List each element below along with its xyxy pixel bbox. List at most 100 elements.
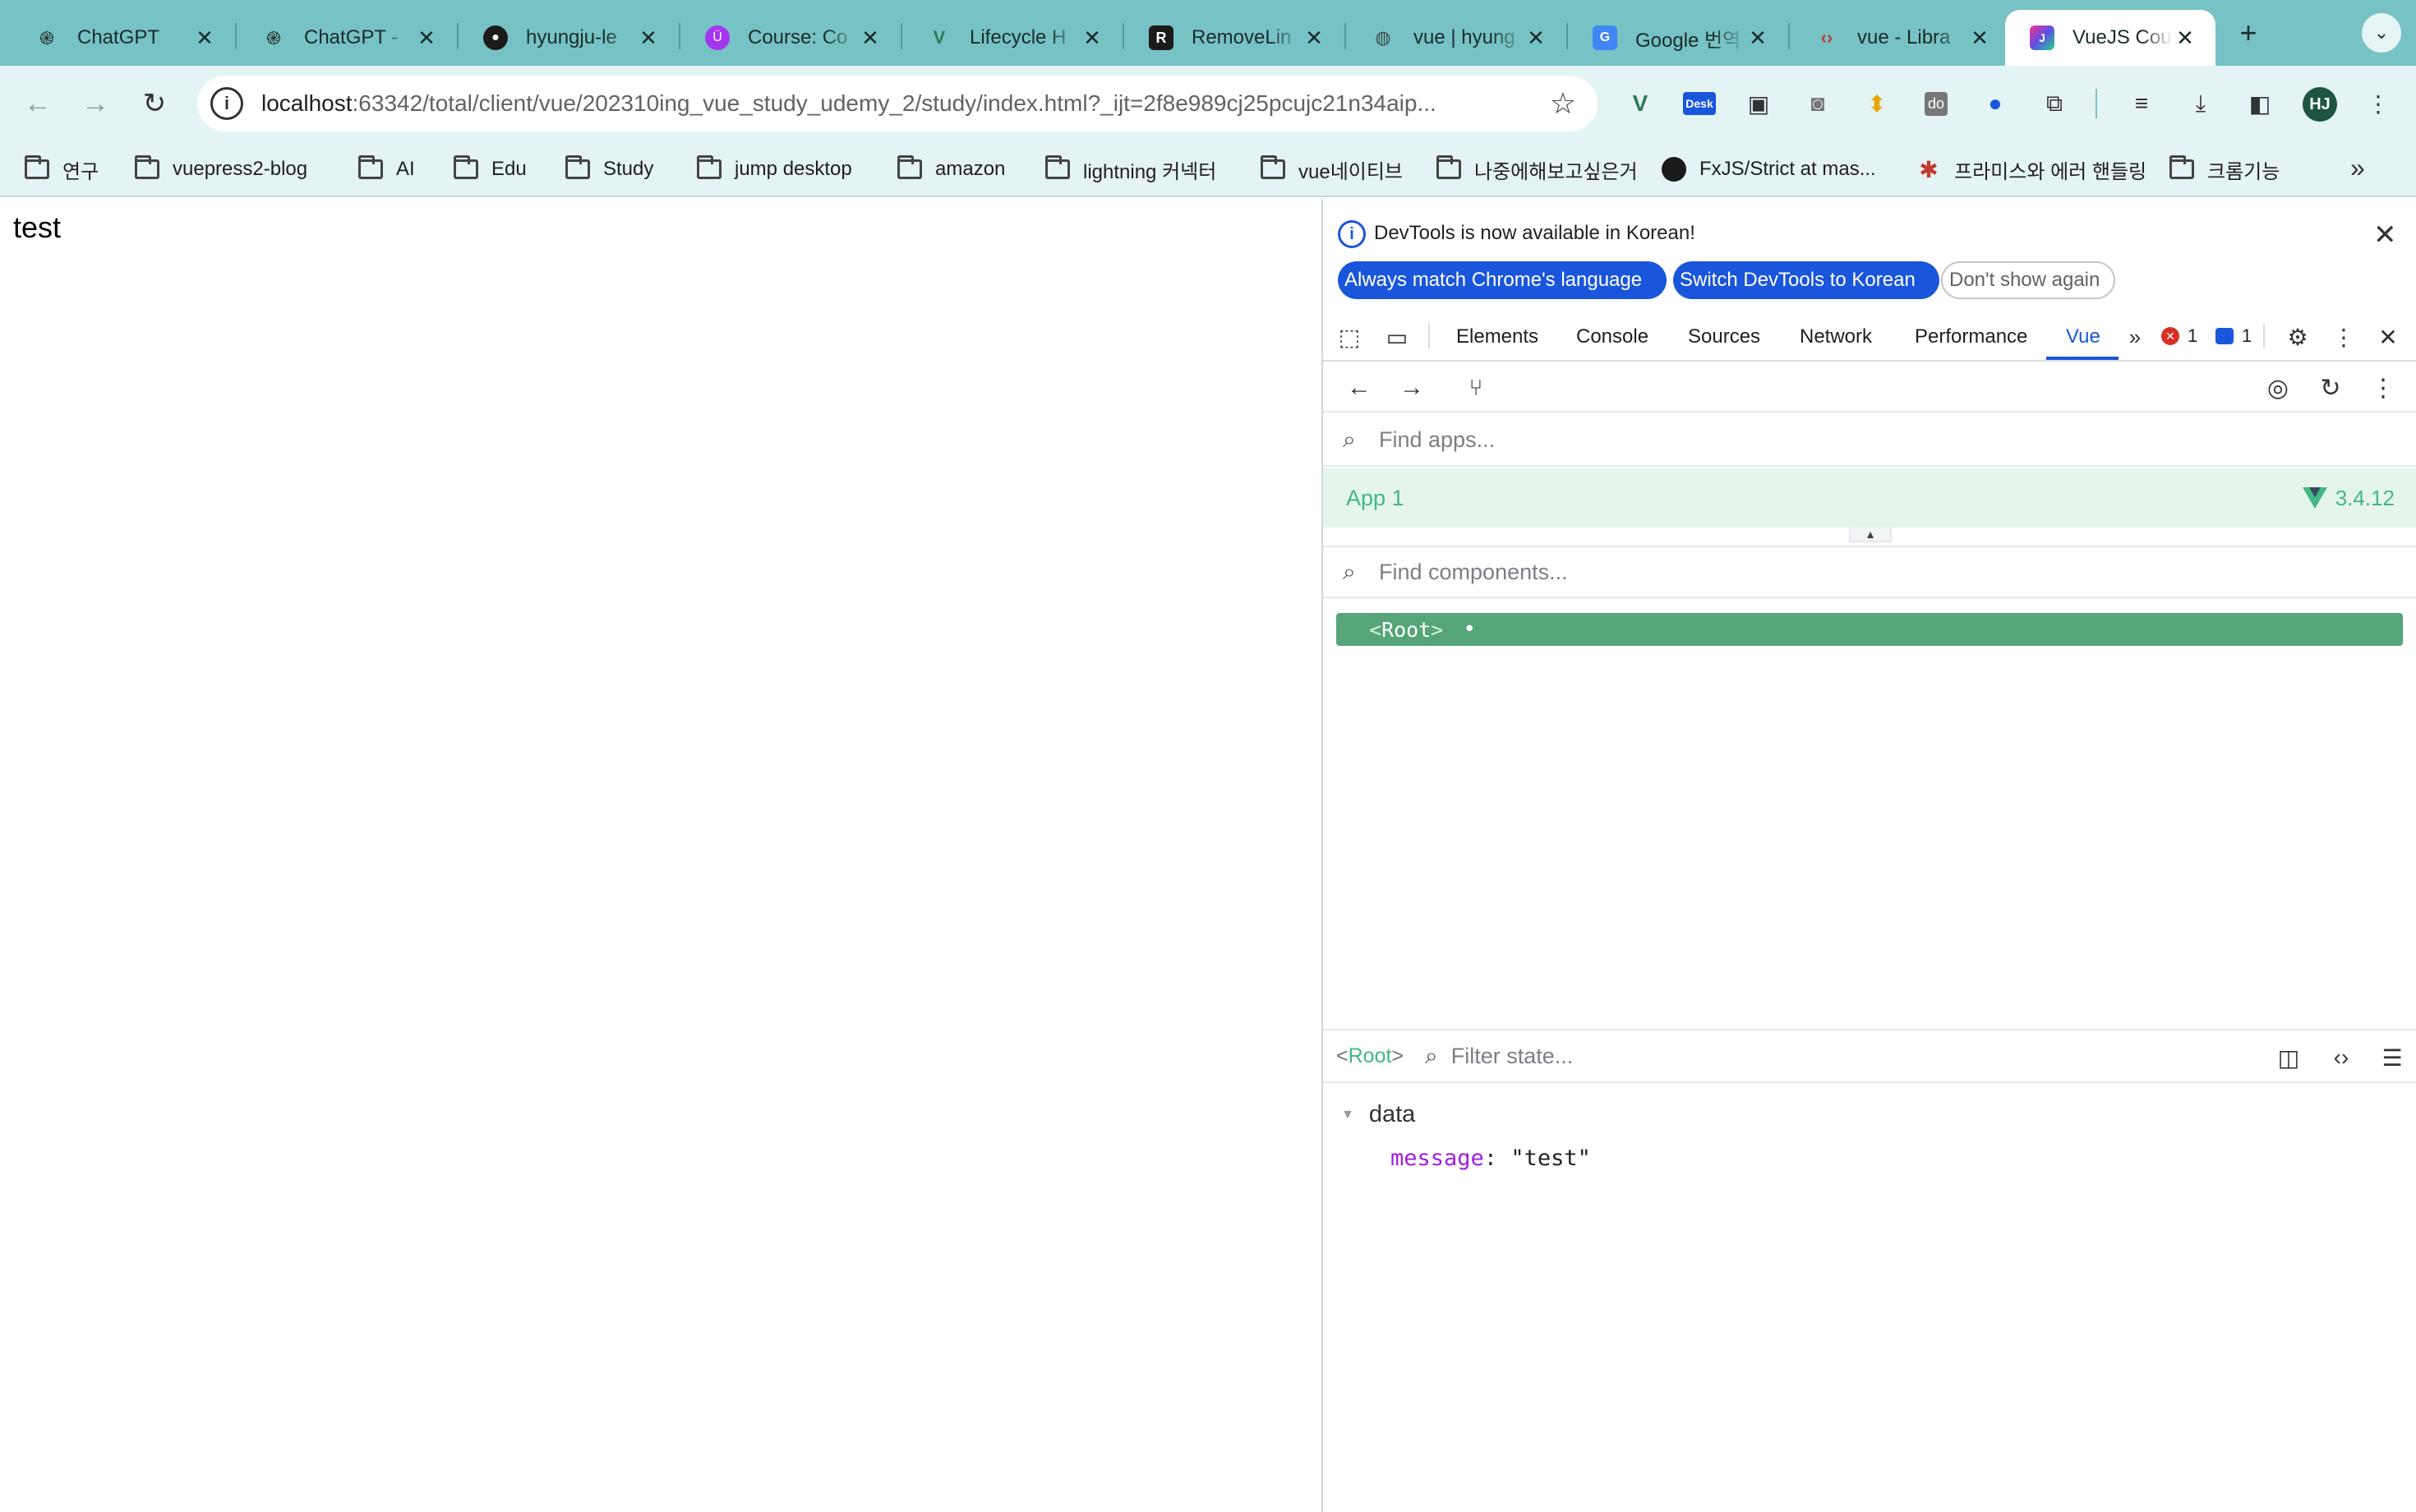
close-tab-icon[interactable]: ✕ xyxy=(1302,25,1326,50)
scroll-to-component-icon[interactable]: ◫ xyxy=(2271,1040,2306,1075)
data-group-label: data xyxy=(1368,1101,1416,1127)
browser-tab-7[interactable]: ◍ vue | hyung ✕ xyxy=(1346,10,1566,66)
browser-tab-2[interactable]: ֎ ChatGPT - ✕ xyxy=(237,10,457,66)
bookmark-item[interactable]: amazon xyxy=(896,153,1005,186)
bookmark-label: amazon xyxy=(935,158,1006,180)
find-apps-input[interactable] xyxy=(1379,426,2365,453)
refresh-icon[interactable]: ↻ xyxy=(2314,371,2347,404)
url-text[interactable]: localhost:63342/total/client/vue/202310i… xyxy=(261,90,1527,117)
component-tree-icon[interactable]: ⑂ xyxy=(1459,371,1492,404)
close-tab-icon[interactable]: ✕ xyxy=(192,25,217,50)
side-panel-icon[interactable]: ◧ xyxy=(2242,85,2278,122)
bookmark-item[interactable]: AI xyxy=(357,153,415,186)
more-tabs-icon[interactable]: » xyxy=(2119,320,2151,353)
browser-toolbar: ← → ↻ i localhost:63342/total/client/vue… xyxy=(0,66,2416,141)
vue-more-kebab-icon[interactable]: ⋮ xyxy=(2367,371,2400,404)
browser-tab-8[interactable]: G Google 번역 ✕ xyxy=(1568,10,1788,66)
tab-performance[interactable]: Performance xyxy=(1915,325,2027,348)
bookmark-item[interactable]: jump desktop xyxy=(695,153,852,186)
close-tab-icon[interactable]: ✕ xyxy=(2173,25,2197,50)
infobar-message: DevTools is now available in Korean! xyxy=(1374,222,1695,244)
reading-list-icon[interactable]: ≡ xyxy=(2123,85,2160,122)
bookmark-item[interactable]: 연구 xyxy=(23,153,99,186)
tab-network[interactable]: Network xyxy=(1800,325,1872,348)
select-component-target-icon[interactable]: ◎ xyxy=(2262,371,2294,404)
open-in-editor-code-icon[interactable]: ‹› xyxy=(2324,1040,2358,1075)
bookmark-item[interactable]: Edu xyxy=(452,153,527,186)
github-icon xyxy=(1660,157,1688,182)
bolt-extension-icon[interactable]: ● xyxy=(1977,85,2013,122)
tab-elements[interactable]: Elements xyxy=(1456,325,1538,348)
tab-console[interactable]: Console xyxy=(1576,325,1648,348)
close-tab-icon[interactable]: ✕ xyxy=(858,25,883,50)
browser-tab-1[interactable]: ֎ ChatGPT ✕ xyxy=(10,10,235,66)
kebab-menu-icon[interactable]: ⋮ xyxy=(2360,85,2396,122)
arrow-right-icon[interactable]: → xyxy=(1395,371,1428,404)
vue-devtools-extension-icon[interactable]: V xyxy=(1622,85,1658,122)
download-icon[interactable]: ⤓ xyxy=(2183,85,2219,122)
arrow-left-icon[interactable]: ← xyxy=(1343,371,1376,404)
bookmark-item[interactable]: vuepress2-blog xyxy=(133,153,307,186)
close-devtools-icon[interactable]: ✕ xyxy=(2372,320,2404,353)
browser-tab-5[interactable]: V Lifecycle H ✕ xyxy=(902,10,1123,66)
puzzle-extensions-icon[interactable]: ⧉ xyxy=(2036,85,2073,122)
error-counter[interactable]: ✕ 1 xyxy=(2161,325,2197,347)
reload-button[interactable]: ↻ xyxy=(135,84,174,123)
message-counter[interactable]: 1 xyxy=(2215,325,2252,347)
desk-extension-icon[interactable]: Desk xyxy=(1681,85,1717,122)
app-list-item[interactable]: App 1 3.4.12 xyxy=(1323,468,2416,528)
bookmark-star-icon[interactable]: ☆ xyxy=(1550,87,1576,120)
settings-gear-icon[interactable]: ⚙ xyxy=(2281,320,2314,353)
site-info-icon[interactable]: i xyxy=(210,87,243,120)
browser-tab-6[interactable]: R RemoveLin ✕ xyxy=(1124,10,1344,66)
bookmark-item[interactable]: 크롬기능 xyxy=(2168,153,2280,186)
collapse-all-icon[interactable]: ☰ xyxy=(2375,1040,2409,1075)
close-tab-icon[interactable]: ✕ xyxy=(414,25,439,50)
toolbar-separator xyxy=(2096,89,2097,118)
browser-tab-10-active[interactable]: J VueJS Cou ✕ xyxy=(2005,10,2215,66)
browser-tab-3[interactable]: ● hyungju-le ✕ xyxy=(459,10,679,66)
close-tab-icon[interactable]: ✕ xyxy=(1967,25,1992,50)
inspect-element-icon[interactable]: ⬚ xyxy=(1333,320,1366,353)
close-tab-icon[interactable]: ✕ xyxy=(1524,25,1548,50)
bookmarks-overflow-icon[interactable]: » xyxy=(2350,153,2365,183)
back-button[interactable]: ← xyxy=(18,84,58,123)
customize-kebab-icon[interactable]: ⋮ xyxy=(2327,320,2360,353)
tab-sources[interactable]: Sources xyxy=(1688,325,1760,348)
data-group-toggle[interactable]: ▼ data xyxy=(1341,1101,1415,1128)
component-tree-item-root[interactable]: <Root> • xyxy=(1336,613,2403,646)
camera-icon[interactable]: ◙ xyxy=(1800,85,1836,122)
tab-search-button[interactable]: ⌄ xyxy=(2362,13,2401,53)
close-tab-icon[interactable]: ✕ xyxy=(636,25,661,50)
folder-icon xyxy=(564,155,592,181)
device-toolbar-icon[interactable]: ▭ xyxy=(1381,320,1413,353)
address-bar[interactable]: i localhost:63342/total/client/vue/20231… xyxy=(197,76,1598,131)
do-extension-icon[interactable]: do xyxy=(1918,85,1954,122)
dont-show-again-button[interactable]: Don't show again xyxy=(1941,261,2115,299)
forward-button[interactable]: → xyxy=(76,84,115,123)
pane-collapse-handle[interactable]: ▲ xyxy=(1849,528,1892,542)
bookmark-item[interactable]: ✱ 프라미스와 에러 핸들링 xyxy=(1915,153,2146,186)
find-components-input[interactable] xyxy=(1379,559,2365,585)
bookmark-item[interactable]: vue네이티브 xyxy=(1259,153,1403,186)
screen-recorder-icon[interactable]: ▣ xyxy=(1741,85,1777,122)
tab-vue[interactable]: Vue xyxy=(2066,325,2100,348)
always-match-language-button[interactable]: Always match Chrome's language xyxy=(1338,261,1667,299)
profile-avatar[interactable]: HJ xyxy=(2303,87,2337,122)
bookmark-item[interactable]: 나중에해보고싶은거 xyxy=(1435,153,1638,186)
bookmark-item[interactable]: FxJS/Strict at mas... xyxy=(1660,153,1876,186)
bookmark-item[interactable]: lightning 커넥터 xyxy=(1044,153,1216,186)
bookmark-label: Edu xyxy=(491,158,527,180)
bookmark-item[interactable]: Study xyxy=(564,153,653,186)
switch-to-korean-button[interactable]: Switch DevTools to Korean xyxy=(1673,261,1939,299)
close-tab-icon[interactable]: ✕ xyxy=(1080,25,1104,50)
sort-extension-icon[interactable]: ⬍ xyxy=(1859,85,1895,122)
arrow-right-icon: → xyxy=(81,87,109,119)
new-tab-button[interactable]: + xyxy=(2230,15,2266,51)
close-infobar-icon[interactable]: ✕ xyxy=(2373,219,2397,251)
close-tab-icon[interactable]: ✕ xyxy=(1745,25,1770,50)
browser-tab-4[interactable]: Ü Course: Co ✕ xyxy=(680,10,901,66)
filter-state-input[interactable] xyxy=(1450,1043,2191,1069)
state-property-row[interactable]: message: "test" xyxy=(1390,1146,1591,1171)
browser-tab-9[interactable]: ‹› vue - Libra ✕ xyxy=(1790,10,2010,66)
